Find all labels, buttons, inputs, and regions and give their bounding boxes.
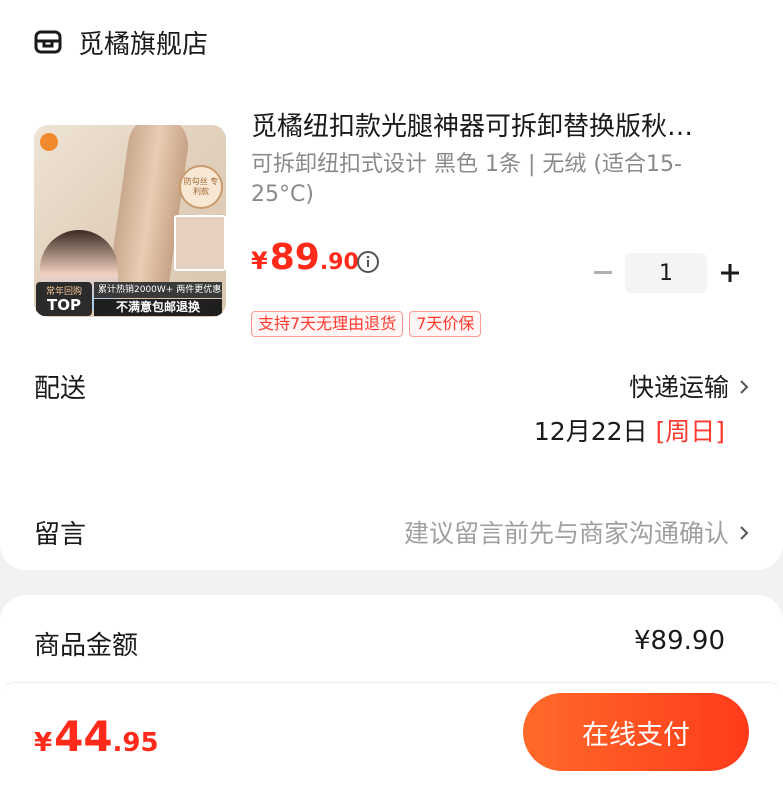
price-protection-tag: 7天价保	[409, 311, 482, 337]
message-input[interactable]: 建议留言前先与商家沟通确认	[404, 514, 749, 550]
quantity-input[interactable]: 1	[625, 253, 707, 293]
price-info-icon[interactable]	[356, 250, 380, 274]
patent-seal: 防勾丝 专利款	[179, 165, 223, 209]
top-badge: 常年回购 TOP	[36, 282, 92, 316]
pay-online-button[interactable]: 在线支付	[523, 693, 749, 771]
delivery-weekday: [周日]	[655, 417, 725, 446]
quantity-decrease-button[interactable]	[590, 258, 616, 288]
product-inset-photo	[174, 215, 226, 271]
quantity-increase-button[interactable]	[716, 258, 744, 288]
sold-count-badge: 累计热销2000W+ 两件更优惠	[94, 282, 222, 298]
store-icon	[34, 27, 64, 57]
message-label: 留言	[34, 520, 87, 550]
product-spec[interactable]: 可拆卸纽扣式设计 黑色 1条 | 无绒 (适合15-25°C)	[251, 150, 741, 210]
service-tags: 支持7天无理由退货 7天价保	[251, 311, 487, 337]
delivery-method[interactable]: 快递运输	[629, 368, 749, 404]
chevron-right-icon	[739, 372, 749, 401]
product-price: ¥ 89 .90	[251, 237, 359, 278]
product-title[interactable]: 觅橘纽扣款光腿神器可拆卸替换版秋…	[251, 106, 751, 143]
brand-logo-icon	[40, 133, 58, 151]
store-header[interactable]: 觅橘旗舰店	[34, 22, 208, 62]
goods-amount-label: 商品金额	[34, 631, 139, 661]
chevron-right-icon	[739, 518, 749, 547]
order-card: 觅橘旗舰店 防勾丝 专利款 常年回购 TOP 累计热销2000W+ 两件更优惠 …	[0, 0, 783, 570]
refund-badge: 不满意包邮退换	[94, 299, 222, 316]
delivery-date: 12月22日 [周日]	[533, 417, 725, 446]
product-image[interactable]: 防勾丝 专利款 常年回购 TOP 累计热销2000W+ 两件更优惠 不满意包邮退…	[34, 125, 226, 317]
return-policy-tag: 支持7天无理由退货	[251, 311, 404, 337]
store-name: 觅橘旗舰店	[78, 29, 209, 60]
total-price: ¥ 44 .95	[34, 712, 159, 761]
goods-amount-value: ¥89.90	[634, 626, 725, 656]
delivery-label: 配送	[34, 374, 87, 404]
